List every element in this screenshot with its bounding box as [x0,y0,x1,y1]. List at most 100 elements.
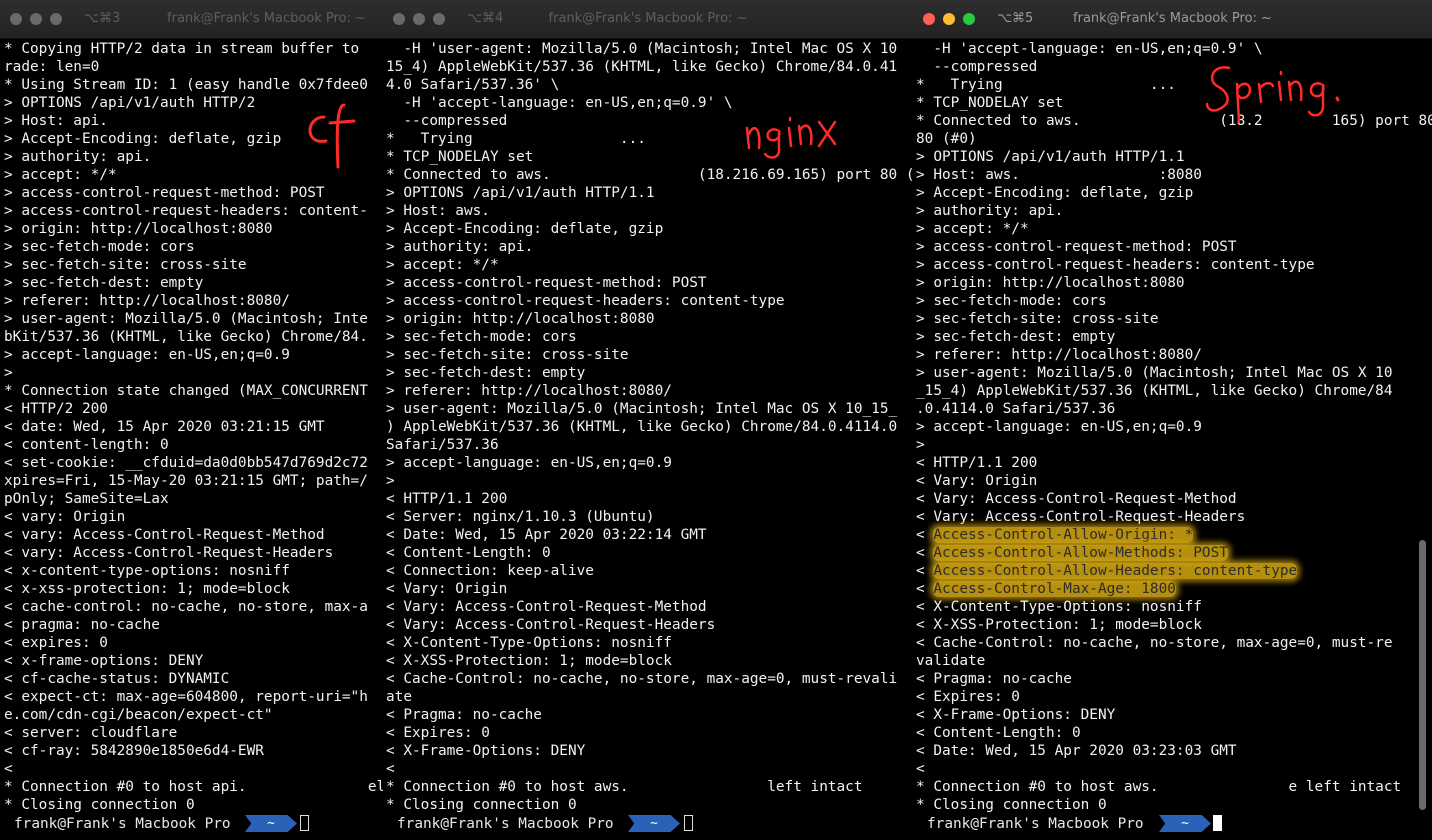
terminal-line: > [916,437,925,453]
shell-prompt[interactable]: frank@Frank's Macbook Pro ~ [383,813,913,835]
terminal-line: > accept-language: en-US,en;q=0.9 [4,347,290,363]
terminal-line: > sec-fetch-site: cross-site [916,311,1159,327]
terminal-line: < cf-cache-status: DYNAMIC [4,671,230,687]
terminal-line: < Access-Control-Allow-Headers: content-… [916,563,1298,579]
terminal-line: > accept: */* [4,167,117,183]
terminal-line: < HTTP/1.1 200 [916,455,1038,471]
terminal-line: --compressed [916,59,1038,75]
terminal-window-spring[interactable]: ⌥⌘5 frank@Frank's Macbook Pro: ~ -H 'acc… [913,0,1432,840]
terminal-line: > Accept-Encoding: deflate, gzip [916,185,1194,201]
terminal-line: < Vary: Access-Control-Request-Method [916,491,1237,507]
terminal-line: > origin: http://localhost:8080 [386,311,655,327]
terminal-line: > Host: aws. [386,203,490,219]
window-title: frank@Frank's Macbook Pro: ~ [1073,11,1272,26]
terminal-line: < X-Content-Type-Options: nosniff [386,635,672,651]
terminal-line: < Vary: Access-Control-Request-Method [386,599,707,615]
text-cursor [684,815,693,831]
terminal-line: < vary: Origin [4,509,126,525]
terminal-line: < pragma: no-cache [4,617,160,633]
terminal-line: < Server: nginx/1.10.3 (Ubuntu) [386,509,655,525]
terminal-line: > Accept-Encoding: deflate, gzip [386,221,664,237]
terminal-line: validate [916,653,986,669]
terminal-line: < cache-control: no-cache, no-store, max… [4,599,368,615]
terminal-line: < x-content-type-options: nosniff [4,563,290,579]
window-title: frank@Frank's Macbook Pro: ~ [548,11,748,26]
terminal-line: < content-length: 0 [4,437,169,453]
terminal-line: < X-XSS-Protection: 1; mode=block [386,653,672,669]
terminal-line: xpires=Fri, 15-May-20 03:21:15 GMT; path… [4,473,368,489]
terminal-line: < Vary: Access-Control-Request-Headers [386,617,716,633]
terminal-line: * Trying ... [386,131,646,147]
terminal-line: rade: len=0 [4,59,100,75]
terminal-line: 15_4) AppleWebKit/537.36 (KHTML, like Ge… [386,59,898,75]
terminal-line: ) AppleWebKit/537.36 (KHTML, like Gecko)… [386,419,898,435]
terminal-line: > sec-fetch-dest: empty [916,329,1116,345]
terminal-line: < Date: Wed, 15 Apr 2020 03:22:14 GMT [386,527,707,543]
terminal-line: bKit/537.36 (KHTML, like Gecko) Chrome/8… [4,329,368,345]
terminal-line: < [386,761,395,777]
terminal-window-cf[interactable]: ⌥⌘3 frank@Frank's Macbook Pro: ~ * Copyi… [0,0,383,840]
window-title: frank@Frank's Macbook Pro: ~ [167,11,366,26]
terminal-line: * Connection #0 to host api. el [4,779,383,795]
terminal-line: > authority: api. [386,239,534,255]
minimize-button[interactable] [30,13,42,25]
text-cursor [1213,815,1222,831]
terminal-line: --compressed [386,113,508,129]
terminal-line: * Connected to aws. (18.2 165) port 80 [916,113,1432,129]
terminal-line: > user-agent: Mozilla/5.0 (Macintosh; In… [4,311,368,327]
titlebar[interactable]: ⌥⌘5 frank@Frank's Macbook Pro: ~ [913,0,1432,39]
terminal-line: > referer: http://localhost:8080/ [4,293,290,309]
terminal-line: < HTTP/2 200 [4,401,108,417]
titlebar[interactable]: ⌥⌘4 frank@Frank's Macbook Pro: ~ [383,0,913,39]
terminal-line: 80 (#0) [916,131,977,147]
terminal-line: < Vary: Access-Control-Request-Headers [916,509,1246,525]
terminal-line: < cf-ray: 5842890e1850e6d4-EWR [4,743,264,759]
terminal-line: < Access-Control-Allow-Methods: POST [916,545,1228,561]
terminal-line: < Content-Length: 0 [386,545,551,561]
terminal-output[interactable]: -H 'user-agent: Mozilla/5.0 (Macintosh; … [386,40,913,814]
terminal-line: < Cache-Control: no-cache, no-store, max… [916,635,1393,651]
shell-prompt[interactable]: frank@Frank's Macbook Pro ~ [913,813,1432,835]
terminal-line: pOnly; SameSite=Lax [4,491,169,507]
terminal-line: > authority: api. [4,149,152,165]
terminal-line: > origin: http://localhost:8080 [4,221,273,237]
terminal-output[interactable]: -H 'accept-language: en-US,en;q=0.9' \ -… [916,40,1432,814]
terminal-line: < HTTP/1.1 200 [386,491,508,507]
terminal-line: ate [386,689,412,705]
terminal-line: * Trying ... [916,77,1176,93]
prompt-user: frank@Frank's Macbook Pro [927,816,1144,832]
terminal-line: > [4,365,13,381]
terminal-line: * Connection state changed (MAX_CONCURRE… [4,383,368,399]
terminal-line: > Accept-Encoding: deflate, gzip [4,131,282,147]
terminal-line: > access-control-request-method: POST [4,185,325,201]
terminal-line: < Cache-Control: no-cache, no-store, max… [386,671,898,687]
terminal-window-nginx[interactable]: ⌥⌘4 frank@Frank's Macbook Pro: ~ -H 'use… [383,0,913,840]
terminal-line: * Connection #0 to host aws. left intact [386,779,863,795]
terminal-line: < expect-ct: max-age=604800, report-uri=… [4,689,368,705]
terminal-line: < x-frame-options: DENY [4,653,204,669]
terminal-line: < Date: Wed, 15 Apr 2020 03:23:03 GMT [916,743,1237,759]
terminal-line: > sec-fetch-mode: cors [4,239,195,255]
zoom-button[interactable] [50,13,62,25]
terminal-line: < [4,761,13,777]
terminal-line: < Expires: 0 [916,689,1020,705]
titlebar[interactable]: ⌥⌘3 frank@Frank's Macbook Pro: ~ [0,0,383,39]
terminal-line: > referer: http://localhost:8080/ [386,383,672,399]
terminal-line: > sec-fetch-mode: cors [386,329,577,345]
shell-prompt[interactable]: frank@Frank's Macbook Pro ~ [0,813,383,835]
terminal-line: < Connection: keep-alive [386,563,594,579]
terminal-output[interactable]: * Copying HTTP/2 data in stream buffer t… [4,40,383,814]
terminal-line: * TCP_NODELAY set [916,95,1064,111]
terminal-line: > access-control-request-headers: conten… [916,257,1315,273]
terminal-line: < Pragma: no-cache [916,671,1072,687]
terminal-line: * Closing connection 0 [386,797,577,813]
terminal-line: > sec-fetch-dest: empty [386,365,586,381]
tab-shortcut: ⌥⌘3 [84,11,121,26]
highlighted-header: Access-Control-Allow-Methods: POST [933,545,1228,561]
terminal-line: * Closing connection 0 [916,797,1107,813]
terminal-line: < server: cloudflare [4,725,178,741]
terminal-line: < expires: 0 [4,635,108,651]
close-button[interactable] [10,13,22,25]
terminal-line: < Pragma: no-cache [386,707,542,723]
scrollbar[interactable] [1419,540,1426,810]
